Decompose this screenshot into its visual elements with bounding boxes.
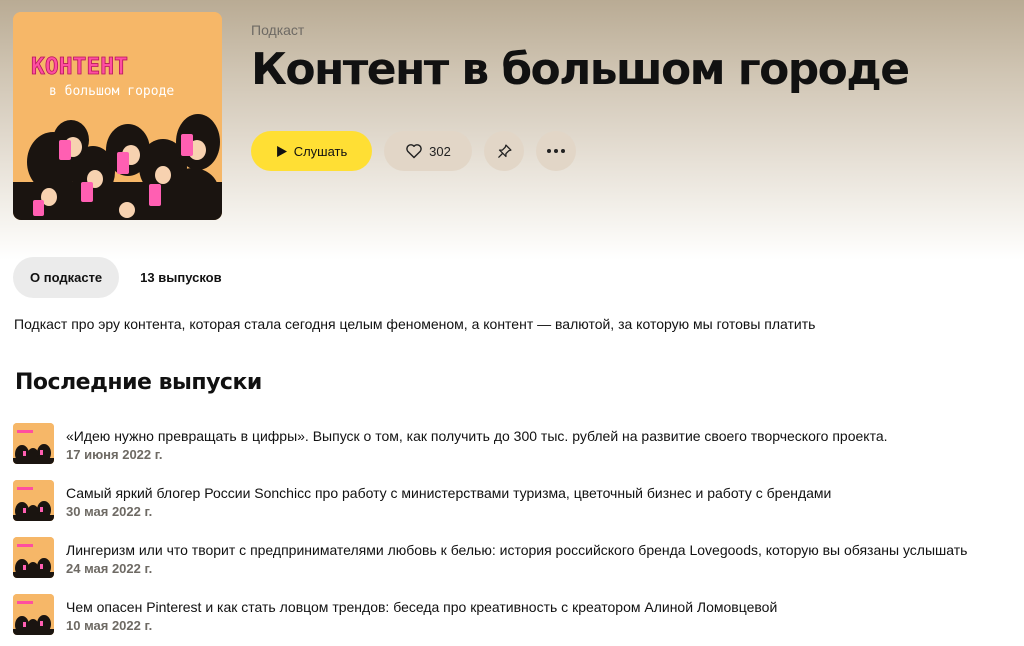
episode-date: 30 мая 2022 г. [66, 504, 153, 519]
episode-list: «Идею нужно превращать в цифры». Выпуск … [13, 423, 1018, 646]
podcast-kicker: Подкаст [251, 22, 305, 38]
cover-title-line1: КОНТЕНТ [31, 54, 128, 80]
latest-episodes-title: Последние выпуски [15, 370, 262, 395]
episode-cover [13, 423, 54, 464]
episode-title[interactable]: Лингеризм или что творит с предпринимате… [66, 541, 967, 559]
episode-date: 10 мая 2022 г. [66, 618, 153, 633]
tabs: О подкасте 13 выпусков [13, 257, 239, 298]
page-title: Контент в большом городе [251, 44, 910, 95]
tab-episodes[interactable]: 13 выпусков [123, 257, 238, 298]
more-icon [547, 149, 565, 153]
episode-date: 17 июня 2022 г. [66, 447, 163, 462]
like-button[interactable]: 302 [384, 131, 472, 171]
list-item[interactable]: Лингеризм или что творит с предпринимате… [13, 537, 1018, 594]
play-icon [276, 145, 287, 157]
episode-date: 24 мая 2022 г. [66, 561, 153, 576]
tab-about[interactable]: О подкасте [13, 257, 120, 298]
heart-icon [406, 144, 422, 159]
episode-cover [13, 480, 54, 521]
listen-label: Слушать [293, 143, 348, 159]
list-item[interactable]: Чем опасен Pinterest и как стать ловцом … [13, 594, 1018, 646]
listen-button[interactable]: Слушать [251, 131, 372, 171]
list-item[interactable]: «Идею нужно превращать в цифры». Выпуск … [13, 423, 1018, 480]
podcast-description: Подкаст про эру контента, которая стала … [14, 316, 816, 332]
like-count: 302 [429, 143, 451, 159]
cover-title-line2: в большом городе [49, 84, 174, 99]
episode-title[interactable]: «Идею нужно превращать в цифры». Выпуск … [66, 427, 888, 445]
list-item[interactable]: Самый яркий блогер России Sonchicc про р… [13, 480, 1018, 537]
episode-cover [13, 594, 54, 635]
podcast-cover: КОНТЕНТ в большом городе [13, 12, 222, 220]
pin-icon [497, 143, 512, 158]
episode-title[interactable]: Чем опасен Pinterest и как стать ловцом … [66, 598, 777, 616]
more-button[interactable] [536, 131, 576, 171]
episode-title[interactable]: Самый яркий блогер России Sonchicc про р… [66, 484, 831, 502]
pin-button[interactable] [484, 131, 524, 171]
episode-cover [13, 537, 54, 578]
